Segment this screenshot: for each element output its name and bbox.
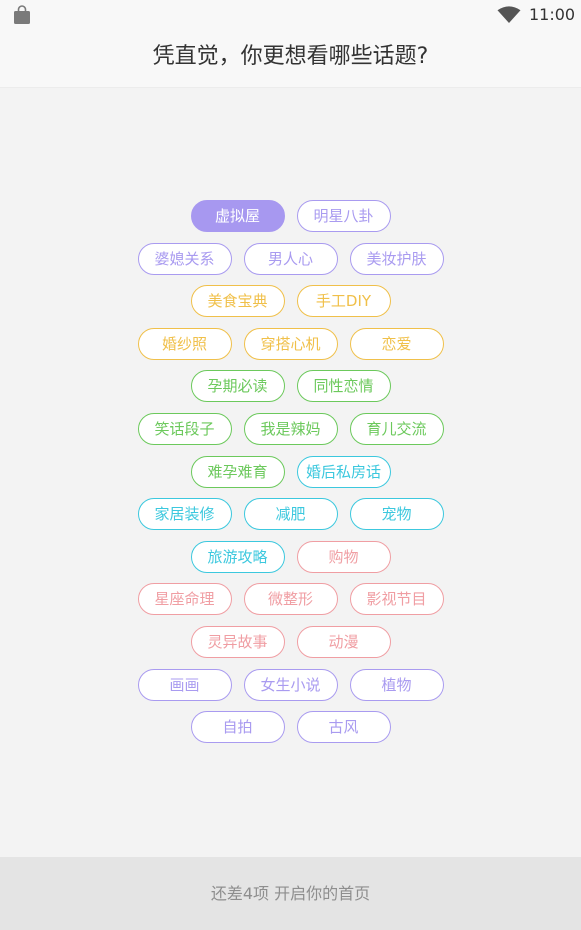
- topic-tag[interactable]: 减肥: [243, 498, 338, 531]
- tag-row: 笑话段子 我是辣妈 育儿交流: [0, 412, 581, 445]
- topic-tag[interactable]: 婆媳关系: [137, 242, 232, 275]
- topic-tag[interactable]: 画画: [137, 668, 232, 701]
- topic-tag[interactable]: 植物: [349, 668, 444, 701]
- tag-row: 难孕难育 婚后私房话: [0, 455, 581, 488]
- tag-row: 旅游攻略 购物: [0, 540, 581, 573]
- tag-row: 婆媳关系 男人心 美妆护肤: [0, 242, 581, 275]
- header: 凭直觉，你更想看哪些话题?: [0, 30, 581, 88]
- topic-tag[interactable]: 旅游攻略: [190, 540, 285, 573]
- start-homepage-button[interactable]: 还差4项 开启你的首页: [0, 857, 581, 930]
- topic-tag[interactable]: 购物: [296, 540, 391, 573]
- topic-tag[interactable]: 婚后私房话: [296, 455, 391, 488]
- topic-tag[interactable]: 同性恋情: [296, 370, 391, 403]
- topic-tag[interactable]: 孕期必读: [190, 370, 285, 403]
- topic-tag[interactable]: 星座命理: [137, 583, 232, 616]
- topic-tag[interactable]: 虚拟屋: [190, 200, 285, 232]
- topic-tag[interactable]: 恋爱: [349, 327, 444, 360]
- tag-row: 美食宝典 手工DIY: [0, 285, 581, 318]
- status-bar: 11:00: [0, 0, 581, 30]
- topic-tag[interactable]: 影视节目: [349, 583, 444, 616]
- topic-tag[interactable]: 家居装修: [137, 498, 232, 531]
- topic-tag[interactable]: 古风: [296, 711, 391, 744]
- topic-tag[interactable]: 育儿交流: [349, 412, 444, 445]
- topic-tag[interactable]: 动漫: [296, 625, 391, 658]
- topic-tag[interactable]: 我是辣妈: [243, 412, 338, 445]
- status-time: 11:00: [529, 5, 576, 24]
- tag-row: 星座命理 微整形 影视节目: [0, 583, 581, 616]
- tag-row: 虚拟屋 明星八卦: [0, 200, 581, 232]
- shopping-bag-icon: [14, 5, 30, 24]
- topic-tag[interactable]: 灵异故事: [190, 625, 285, 658]
- topic-tag[interactable]: 婚纱照: [137, 327, 232, 360]
- topic-tag[interactable]: 宠物: [349, 498, 444, 531]
- topic-tag[interactable]: 自拍: [190, 711, 285, 744]
- topic-tag[interactable]: 美妆护肤: [349, 242, 444, 275]
- page-title: 凭直觉，你更想看哪些话题?: [152, 44, 429, 69]
- topic-tag[interactable]: 女生小说: [243, 668, 338, 701]
- topic-tag[interactable]: 男人心: [243, 242, 338, 275]
- topic-tag[interactable]: 美食宝典: [190, 285, 285, 318]
- topic-tag[interactable]: 笑话段子: [137, 412, 232, 445]
- tag-row: 婚纱照 穿搭心机 恋爱: [0, 327, 581, 360]
- tag-row: 画画 女生小说 植物: [0, 668, 581, 701]
- topic-tag[interactable]: 穿搭心机: [243, 327, 338, 360]
- tag-row: 自拍 古风: [0, 711, 581, 744]
- tag-row: 孕期必读 同性恋情: [0, 370, 581, 403]
- wifi-icon: [497, 6, 521, 23]
- topic-tag[interactable]: 手工DIY: [296, 285, 391, 318]
- tag-row: 家居装修 减肥 宠物: [0, 498, 581, 531]
- topic-tag-list: 虚拟屋 明星八卦 婆媳关系 男人心 美妆护肤 美食宝典 手工DIY 婚纱照 穿搭心机 恋爱 孕期必读…: [0, 200, 581, 754]
- topic-tag[interactable]: 微整形: [243, 583, 338, 616]
- tag-row: 灵异故事 动漫: [0, 625, 581, 658]
- topic-tag[interactable]: 明星八卦: [296, 200, 391, 232]
- topic-tag[interactable]: 难孕难育: [190, 455, 285, 488]
